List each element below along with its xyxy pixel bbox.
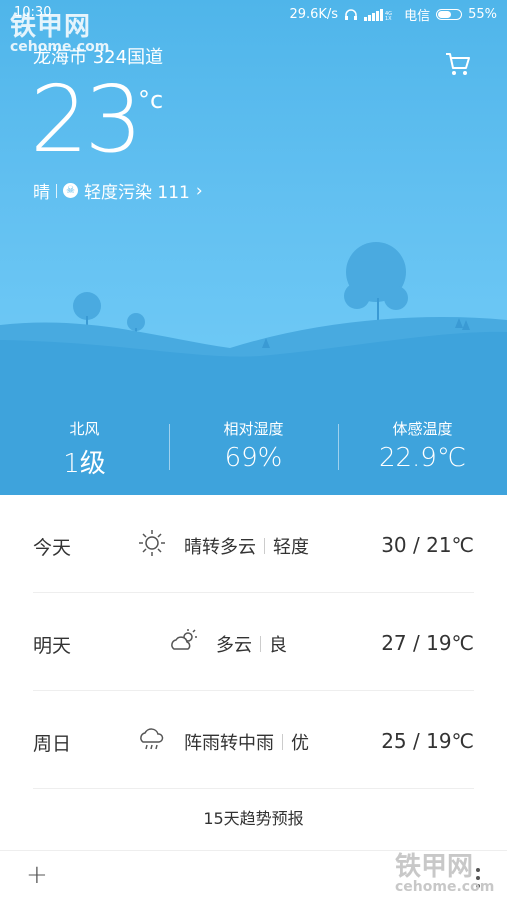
carrier-label: 电信 bbox=[404, 9, 431, 24]
sun-icon bbox=[139, 530, 165, 556]
air-quality-text: 轻度污染 111 bbox=[84, 183, 190, 203]
forecast-row-sunday[interactable]: 周日 阵雨转中雨 优 25 / 19℃ bbox=[33, 691, 474, 789]
divider bbox=[264, 538, 265, 554]
forecast-temp-range: 27 / 19℃ bbox=[381, 631, 474, 655]
forecast-temp-range: 30 / 21℃ bbox=[381, 533, 474, 557]
status-right: 29.6K/s 4G 1X 电信 55% bbox=[289, 5, 497, 24]
battery-percent: 55% bbox=[468, 7, 497, 22]
forecast-row-tomorrow[interactable]: 明天 多云 良 27 / 19℃ bbox=[33, 593, 474, 691]
chevron-right-icon: › bbox=[195, 180, 203, 201]
divider bbox=[56, 183, 57, 198]
forecast-temp-range: 25 / 19℃ bbox=[381, 729, 474, 753]
current-temperature: 23 bbox=[30, 66, 143, 173]
metric-wind: 北风 1级 bbox=[63, 420, 106, 479]
forecast-day: 明天 bbox=[33, 635, 72, 657]
forecast-desc: 晴转多云 轻度 bbox=[184, 533, 309, 559]
battery-icon bbox=[436, 9, 463, 20]
trend-forecast-link[interactable]: 15天趋势预报 bbox=[0, 788, 507, 851]
metrics-strip: 北风 1级 相对湿度 69% 体感温度 22.9℃ bbox=[0, 412, 507, 482]
metric-feels-like: 体感温度 22.9℃ bbox=[338, 412, 507, 482]
forecast-weather: 多云 bbox=[216, 635, 252, 656]
forecast-weather: 晴转多云 bbox=[184, 537, 256, 558]
forecast-aqi: 优 bbox=[291, 733, 309, 754]
watermark-logo-bottom: 铁甲网 cehome.com bbox=[395, 852, 495, 895]
weather-hero: 10:30 29.6K/s 4G 1X 电信 55% 铁甲网 cehome.com… bbox=[0, 0, 507, 495]
condition-text: 晴 bbox=[33, 183, 50, 203]
metric-humidity: 相对湿度 69% bbox=[169, 412, 338, 482]
pollution-icon: ☠ bbox=[63, 183, 78, 198]
forecast-aqi: 轻度 bbox=[273, 537, 309, 558]
divider bbox=[260, 636, 261, 652]
divider bbox=[282, 734, 283, 750]
net-speed: 29.6K/s bbox=[289, 7, 339, 22]
forecast-row-today[interactable]: 今天 晴转多云 轻度 30 / 21℃ bbox=[33, 495, 474, 593]
forecast-weather: 阵雨转中雨 bbox=[184, 733, 274, 754]
forecast-day: 今天 bbox=[33, 537, 72, 559]
headphone-icon bbox=[345, 8, 358, 20]
rain-cloud-icon bbox=[140, 728, 164, 750]
current-condition-row[interactable]: 晴 ☠ 轻度污染 111 › bbox=[33, 178, 203, 204]
signal-icon: 4G1X bbox=[364, 8, 392, 21]
add-city-button[interactable]: + bbox=[26, 860, 48, 890]
forecast-list: 今天 晴转多云 轻度 30 / 21℃ 明天 多云 良 27 / 19℃ 周日 … bbox=[0, 495, 507, 789]
cart-icon[interactable] bbox=[444, 50, 472, 78]
svg-text:1X: 1X bbox=[385, 16, 392, 21]
temperature-unit: °c bbox=[138, 86, 164, 114]
forecast-day: 周日 bbox=[33, 733, 72, 755]
partly-cloudy-icon bbox=[171, 629, 197, 650]
forecast-aqi: 良 bbox=[269, 635, 287, 656]
forecast-desc: 阵雨转中雨 优 bbox=[184, 729, 309, 755]
forecast-desc: 多云 良 bbox=[216, 631, 287, 657]
